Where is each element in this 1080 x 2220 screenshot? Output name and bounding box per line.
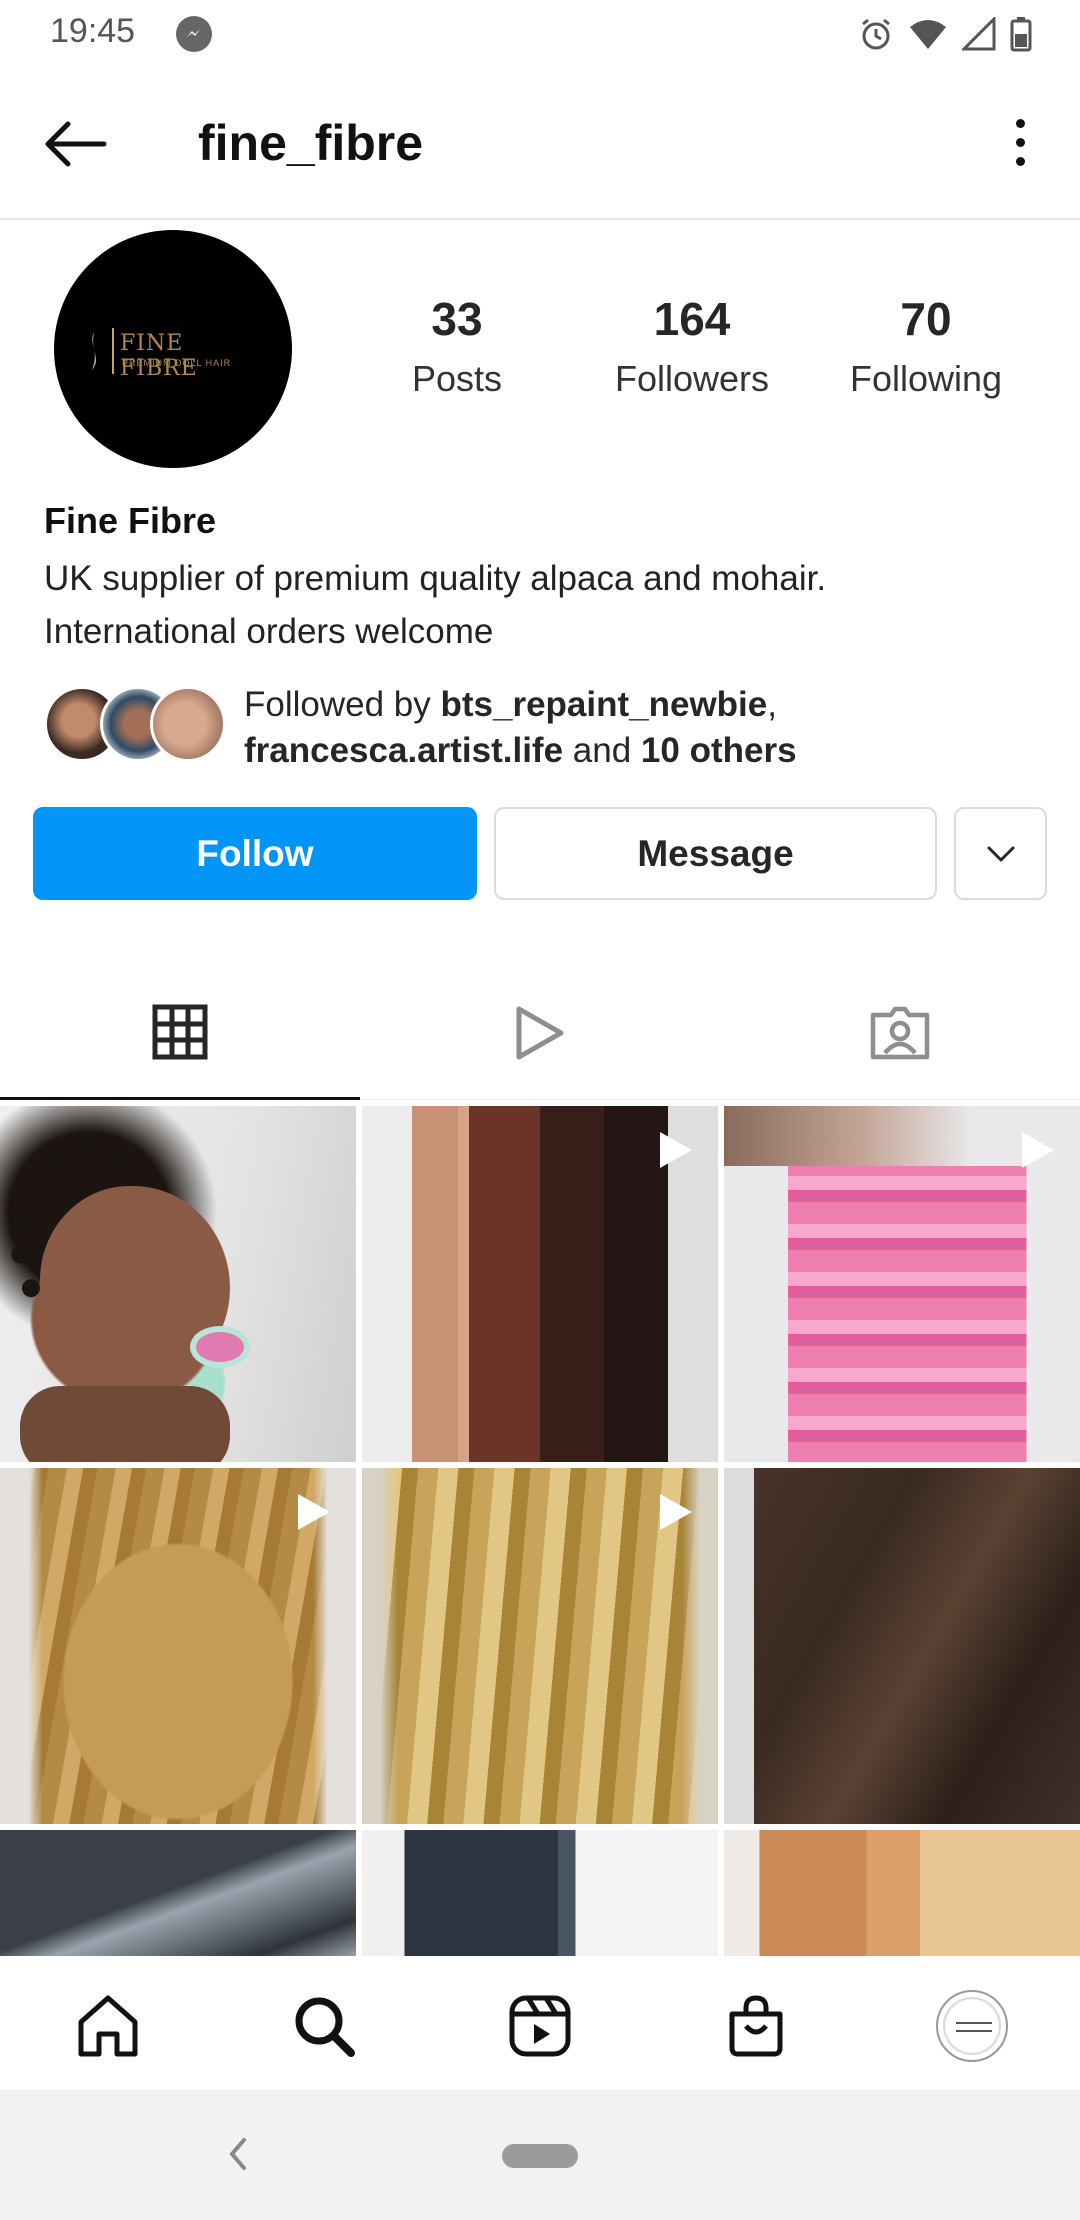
followed-by-prefix: Followed by xyxy=(244,685,441,724)
reels-icon xyxy=(509,1995,571,2057)
posts-count: 33 xyxy=(431,293,483,345)
signal-icon xyxy=(962,17,996,51)
nav-reels[interactable] xyxy=(500,1986,580,2066)
more-options-button[interactable] xyxy=(1000,112,1040,172)
back-arrow-icon xyxy=(45,121,107,167)
tagged-person-icon xyxy=(870,1006,930,1060)
profile-avatar[interactable]: FINE FIBRE PREMIUM DOLL HAIR xyxy=(54,230,292,468)
shop-icon xyxy=(729,1995,783,2057)
followed-by-text[interactable]: Followed by bts_repaint_newbie, francesca… xyxy=(244,682,1044,774)
messenger-icon xyxy=(176,16,212,52)
mutual-followers-avatars[interactable] xyxy=(44,686,226,764)
tab-posts-grid[interactable] xyxy=(0,966,360,1100)
stat-followers[interactable]: 164 Followers xyxy=(592,292,792,400)
logo-tagline: PREMIUM DOLL HAIR xyxy=(122,358,232,368)
display-name: Fine Fibre xyxy=(44,500,217,541)
pacifier xyxy=(190,1326,250,1368)
message-button[interactable]: Message xyxy=(494,807,937,900)
video-play-icon xyxy=(660,1132,692,1168)
post-thumbnail[interactable] xyxy=(724,1830,1080,1956)
username-title: fine_fibre xyxy=(198,115,424,171)
stat-posts[interactable]: 33 Posts xyxy=(357,292,557,400)
post-thumbnail[interactable] xyxy=(0,1468,356,1824)
dot-icon xyxy=(1015,137,1025,147)
followers-count: 164 xyxy=(653,293,731,345)
bio-line: International orders welcome xyxy=(44,612,494,651)
bio-line: UK supplier of premium quality alpaca an… xyxy=(44,559,827,598)
search-icon xyxy=(295,1997,355,2057)
fine-fibre-logo: FINE FIBRE PREMIUM DOLL HAIR xyxy=(86,326,266,381)
wifi-icon xyxy=(910,20,946,49)
dot-icon xyxy=(1015,156,1025,166)
posts-label: Posts xyxy=(411,358,503,399)
profile-tabs xyxy=(0,966,1080,1100)
profile-avatar-icon xyxy=(936,1990,1008,2062)
profile-header: fine_fibre xyxy=(0,66,1080,220)
flame-icon xyxy=(92,332,97,370)
stat-following[interactable]: 70 Following xyxy=(826,292,1026,400)
system-home-pill[interactable] xyxy=(502,2144,578,2168)
back-button[interactable] xyxy=(40,116,110,172)
nav-search[interactable] xyxy=(284,1986,364,2066)
tab-reels[interactable] xyxy=(360,966,720,1100)
mutual-user-link[interactable]: francesca.artist.life xyxy=(244,731,563,770)
alarm-icon xyxy=(862,18,890,50)
mutual-others-link[interactable]: 10 others xyxy=(641,731,797,770)
suggested-accounts-button[interactable] xyxy=(954,807,1047,900)
post-thumbnail[interactable] xyxy=(0,1106,356,1462)
dot-icon xyxy=(1015,118,1025,128)
post-thumbnail[interactable] xyxy=(724,1468,1080,1824)
mutual-user-link[interactable]: bts_repaint_newbie xyxy=(440,685,767,724)
video-play-icon xyxy=(298,1494,330,1530)
follow-button[interactable]: Follow xyxy=(33,807,477,900)
grid-icon xyxy=(152,1004,208,1059)
following-label: Following xyxy=(849,358,1003,399)
following-count: 70 xyxy=(900,293,952,345)
followed-by-joiner: and xyxy=(563,731,641,770)
video-play-icon xyxy=(660,1494,692,1530)
status-icons xyxy=(858,14,1032,54)
bio: UK supplier of premium quality alpaca an… xyxy=(44,552,826,658)
status-bar: 19:45 xyxy=(0,0,1080,66)
post-thumbnail[interactable] xyxy=(362,1830,718,1956)
posts-grid xyxy=(0,1106,1080,1956)
tab-tagged[interactable] xyxy=(720,966,1080,1100)
post-thumbnail[interactable] xyxy=(0,1830,356,1956)
logo-divider xyxy=(112,328,114,374)
nav-profile[interactable] xyxy=(932,1986,1012,2066)
hand xyxy=(20,1386,230,1462)
video-play-icon xyxy=(1022,1132,1054,1168)
bottom-navigation xyxy=(0,1956,1080,2090)
mutual-avatar xyxy=(150,686,226,762)
post-thumbnail[interactable] xyxy=(362,1106,718,1462)
post-thumbnail[interactable] xyxy=(724,1106,1080,1462)
logo-brand: FINE FIBRE xyxy=(120,331,198,381)
nav-shop[interactable] xyxy=(716,1986,796,2066)
home-icon xyxy=(78,1995,138,2057)
followed-by-separator: , xyxy=(767,685,777,724)
followers-label: Followers xyxy=(614,358,770,399)
status-time: 19:45 xyxy=(50,12,136,50)
system-back-icon[interactable] xyxy=(222,2132,252,2176)
battery-icon xyxy=(1010,17,1032,52)
post-thumbnail[interactable] xyxy=(362,1468,718,1824)
system-navigation-bar xyxy=(0,2090,1080,2220)
doll-hair xyxy=(10,1136,160,1336)
nav-home[interactable] xyxy=(68,1986,148,2066)
reels-play-icon xyxy=(516,1006,564,1060)
chevron-down-icon xyxy=(987,846,1014,861)
